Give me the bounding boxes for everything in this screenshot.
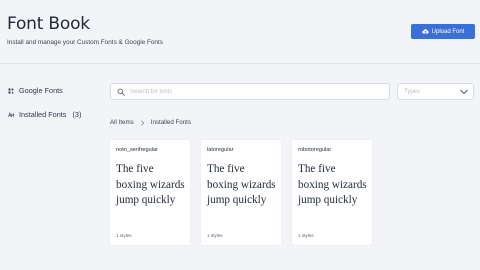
sidebar-item-count: (3): [72, 110, 82, 119]
sidebar-item-label: Installed Fonts: [19, 110, 67, 119]
chevron-down-icon: [460, 89, 468, 94]
breadcrumb-installed-fonts: Installed Fonts: [150, 119, 191, 126]
types-select[interactable]: Types: [397, 83, 474, 100]
font-name: latoregular: [207, 147, 234, 153]
font-sample: The five boxing wizards jump quickly: [298, 163, 367, 206]
search-input[interactable]: [130, 88, 370, 95]
font-sample: The five boxing wizards jump quickly: [207, 163, 276, 206]
breadcrumb: All Items Installed Fonts: [110, 119, 191, 126]
font-styles-count: 1 styles: [298, 233, 314, 238]
font-card-roboto[interactable]: robotoregular The five boxing wizards ju…: [292, 140, 372, 245]
breadcrumb-all-items[interactable]: All Items: [110, 119, 134, 126]
font-styles-count: 1 styles: [116, 233, 132, 238]
search-box[interactable]: [110, 83, 390, 100]
upload-font-label: Upload Font: [431, 28, 465, 35]
font-styles-count: 1 styles: [207, 233, 223, 238]
types-select-placeholder: Types: [404, 88, 421, 95]
font-name: noto_serifregular: [116, 147, 158, 153]
font-sample: The five boxing wizards jump quickly: [116, 163, 185, 206]
sidebar-item-label: Google Fonts: [19, 86, 63, 95]
header-divider: [0, 63, 480, 64]
page-subtitle: Install and manage your Custom Fonts & G…: [7, 39, 163, 46]
sidebar-item-installed-fonts[interactable]: Installed Fonts (3): [8, 110, 81, 119]
google-fonts-icon: [8, 88, 14, 93]
font-card-noto-serif[interactable]: noto_serifregular The five boxing wizard…: [110, 140, 190, 245]
installed-fonts-icon: [8, 111, 14, 117]
font-name: robotoregular: [298, 147, 332, 153]
chevron-right-icon: [140, 119, 144, 126]
upload-font-button[interactable]: Upload Font: [411, 24, 475, 39]
cloud-upload-icon: [422, 29, 429, 34]
search-icon: [117, 88, 125, 96]
font-card-lato[interactable]: latoregular The five boxing wizards jump…: [201, 140, 281, 245]
page-title: Font Book: [7, 14, 90, 34]
sidebar-item-google-fonts[interactable]: Google Fonts: [8, 86, 63, 95]
